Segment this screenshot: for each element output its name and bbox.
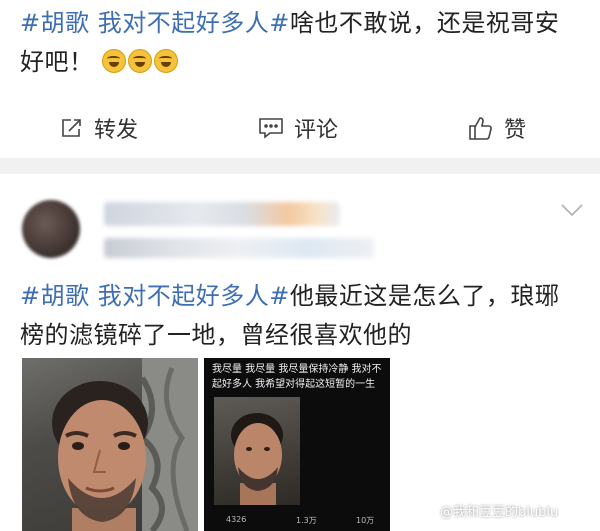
- repost-label: 转发: [94, 118, 139, 143]
- comment-label: 评论: [294, 118, 339, 143]
- post-text-1: #胡歌 我对不起好多人#啥也不敢说，还是祝哥安 好吧！: [20, 4, 580, 82]
- post-image-2[interactable]: 我尽量 我尽量 我尽量保持冷静 我对不起好多人 我希望对得起这短暂的一生 432…: [204, 358, 390, 531]
- hashtag-link[interactable]: #胡歌: [20, 9, 90, 37]
- action-bar: 转发 评论 赞: [0, 104, 600, 152]
- comment-icon: [259, 118, 283, 139]
- like-label: 赞: [504, 118, 527, 143]
- portrait-photo: [52, 358, 198, 531]
- repost-button[interactable]: 转发: [60, 104, 138, 152]
- image-caption: 我尽量 我尽量 我尽量保持冷静 我对不起好多人 我希望对得起这短暂的一生: [212, 364, 382, 390]
- reposts-count: 10万: [356, 516, 375, 525]
- comments-count: 1.3万: [296, 516, 317, 525]
- post-text-line: 好吧！: [20, 48, 94, 76]
- watermark: @我和豆豆的blublu: [440, 505, 559, 520]
- comment-button[interactable]: 评论: [258, 104, 338, 152]
- chevron-down-icon[interactable]: [560, 202, 584, 218]
- thumbs-up-icon: [469, 117, 492, 140]
- post-text-line: 啥也不敢说，还是祝哥安: [289, 9, 560, 37]
- hashtag-link[interactable]: 我对不起好多人#: [98, 282, 290, 310]
- post-divider: [0, 158, 600, 174]
- post-text-line: 榜的滤镜碎了一地，曾经很喜欢他的: [20, 321, 412, 349]
- post-image-1[interactable]: [22, 358, 198, 531]
- post-text-line: 他最近这是怎么了，琅琊: [289, 282, 560, 310]
- like-button[interactable]: 赞: [468, 104, 526, 152]
- crying-laughing-emoji-icon: [101, 48, 180, 76]
- inner-portrait-photo: [214, 397, 300, 505]
- post-card-1: #胡歌 我对不起好多人#啥也不敢说，还是祝哥安 好吧！ 转发 评论 赞: [0, 0, 600, 158]
- blurred-post-meta: [104, 238, 374, 258]
- image-stats: 4326 1.3万 10万: [204, 515, 390, 529]
- hashtag-link[interactable]: 我对不起好多人#: [98, 9, 290, 37]
- post-text-2: #胡歌 我对不起好多人#他最近这是怎么了，琅琊 榜的滤镜碎了一地，曾经很喜欢他的: [20, 277, 580, 355]
- avatar[interactable]: [22, 200, 80, 258]
- repost-icon: [62, 119, 81, 137]
- blurred-username: [104, 202, 340, 226]
- hashtag-link[interactable]: #胡歌: [20, 282, 90, 310]
- likes-count: 4326: [226, 515, 247, 524]
